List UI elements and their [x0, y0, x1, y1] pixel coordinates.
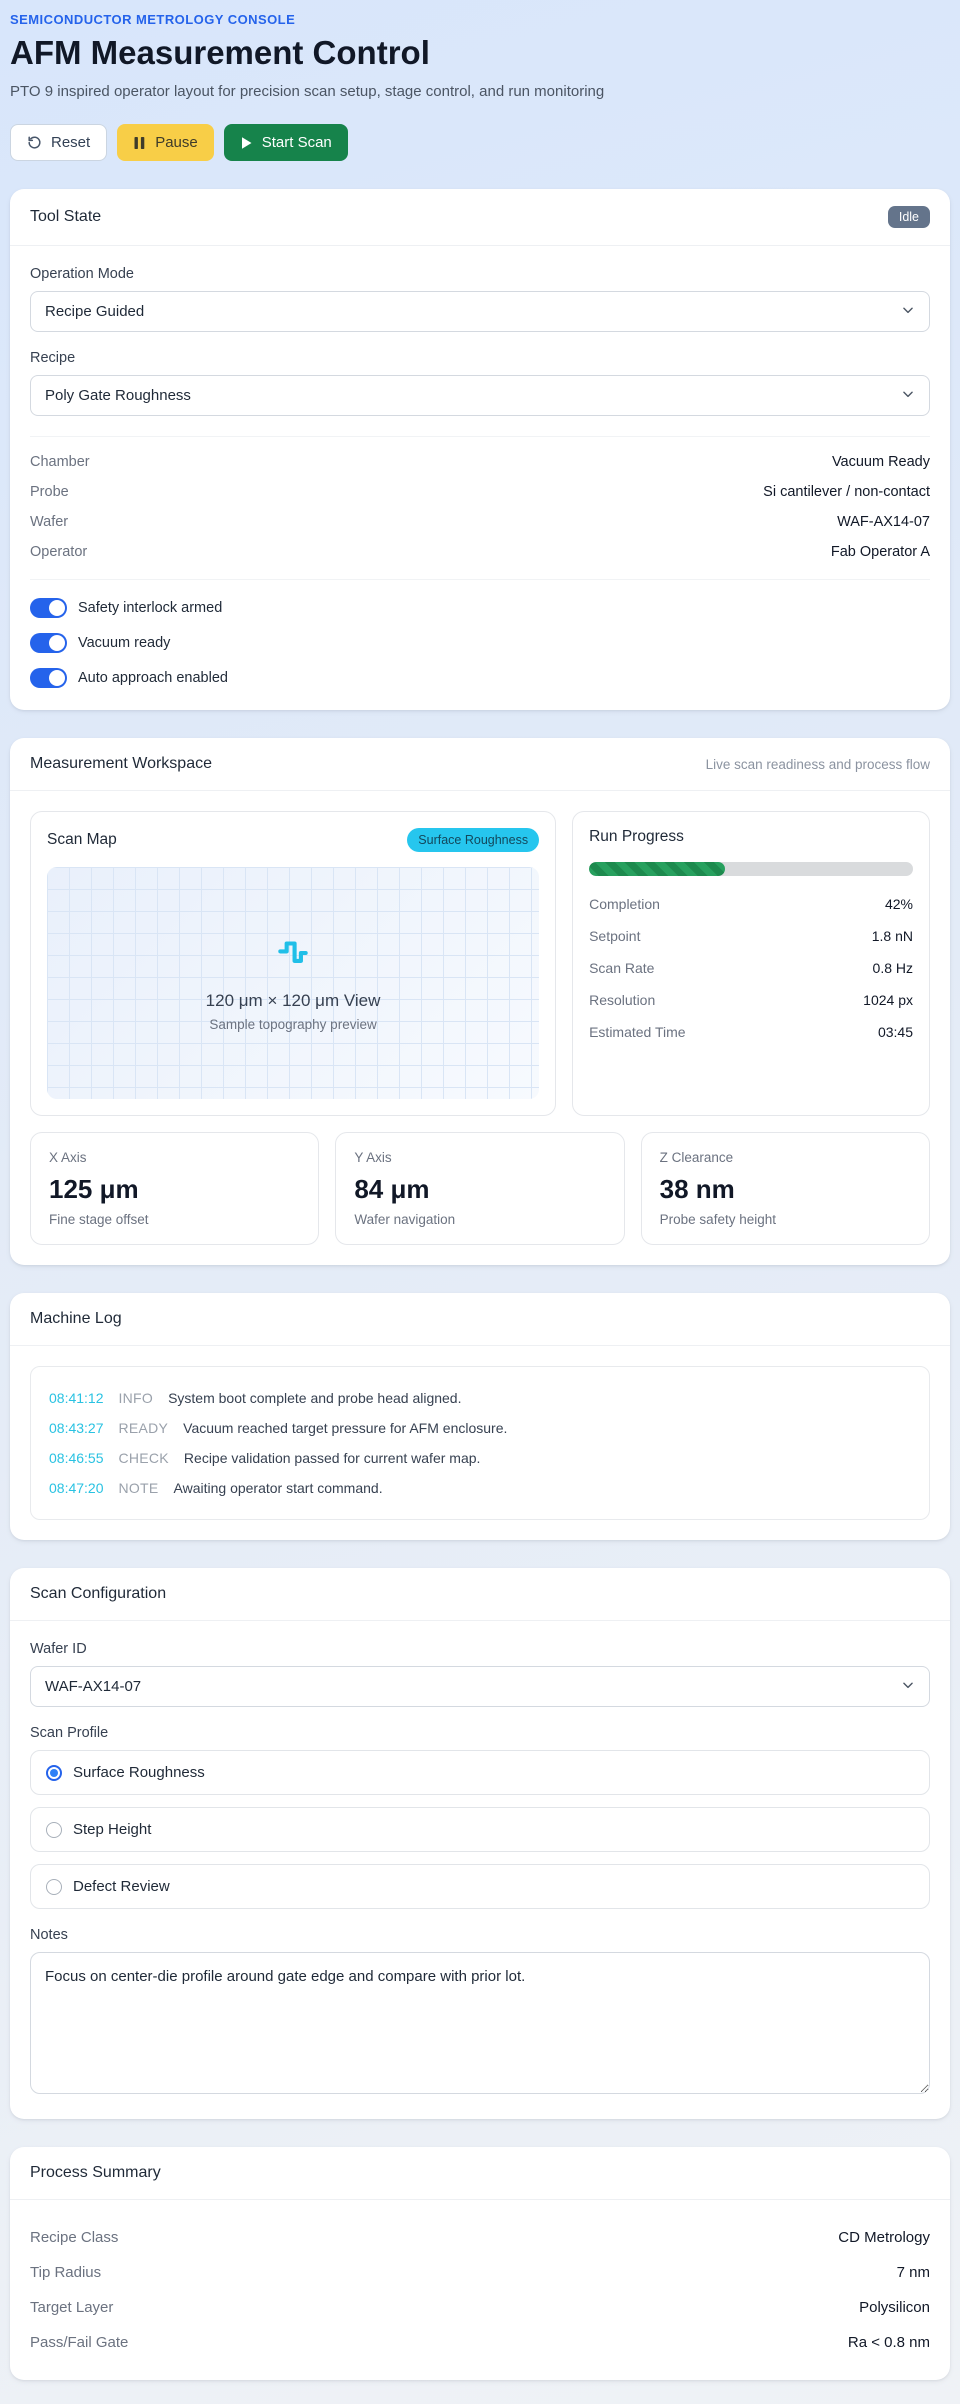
info-row-operator: Operator Fab Operator A — [30, 544, 930, 560]
metric-scan-rate: Scan Rate 0.8 Hz — [589, 960, 913, 976]
toggle-safety-interlock[interactable]: Safety interlock armed — [30, 598, 930, 618]
recipe-select[interactable]: Poly Gate Roughness — [30, 375, 930, 416]
scan-configuration-title: Scan Configuration — [30, 1585, 167, 1603]
metric-completion: Completion 42% — [589, 896, 913, 912]
scan-map-preview[interactable]: 120 μm × 120 μm View Sample topography p… — [47, 867, 540, 1099]
scan-map-badge: Surface Roughness — [407, 828, 540, 852]
scan-map-title: Scan Map — [47, 831, 117, 848]
notes-label: Notes — [30, 1927, 68, 1944]
progress-fill — [589, 862, 726, 876]
summary-row-pass-fail-gate: Pass/Fail Gate Ra < 0.8 nm — [30, 2334, 930, 2352]
machine-log-header: Machine Log — [10, 1293, 950, 1346]
scan-view-sub: Sample topography preview — [209, 1017, 377, 1032]
metric-setpoint: Setpoint 1.8 nN — [589, 928, 913, 944]
reset-button[interactable]: Reset — [10, 124, 108, 161]
operation-mode-select[interactable]: Recipe Guided — [30, 291, 930, 332]
metric-estimated-time: Estimated Time 03:45 — [589, 1024, 913, 1040]
log-panel: 08:41:12 INFO System boot complete and p… — [30, 1366, 930, 1521]
info-row-probe: Probe Si cantilever / non-contact — [30, 484, 930, 500]
process-summary-header: Process Summary — [10, 2147, 950, 2201]
action-toolbar: Reset Pause Start Scan — [10, 124, 950, 161]
pause-button[interactable]: Pause — [117, 124, 214, 161]
toggle-switch-on[interactable] — [30, 633, 67, 653]
status-badge: Idle — [887, 206, 930, 228]
machine-log-card: Machine Log 08:41:12 INFO System boot co… — [10, 1293, 950, 1541]
recipe-label: Recipe — [30, 350, 76, 366]
y-axis-card: Y Axis 84 μm Wafer navigation — [335, 1132, 625, 1245]
workspace-subtitle: Live scan readiness and process flow — [705, 756, 930, 772]
summary-row-target-layer: Target Layer Polysilicon — [30, 2299, 930, 2317]
play-icon — [240, 136, 253, 150]
scan-configuration-header: Scan Configuration — [10, 1568, 950, 1622]
toggle-switch-on[interactable] — [30, 598, 67, 618]
toggle-list: Safety interlock armed Vacuum ready Auto… — [30, 579, 930, 688]
process-summary-card: Process Summary Recipe Class CD Metrolog… — [10, 2147, 950, 2381]
workspace-header: Measurement Workspace Live scan readines… — [10, 738, 950, 791]
run-progress-card: Run Progress Completion 42% Setpoint 1.8… — [572, 811, 930, 1116]
log-entry: 08:46:55 CHECK Recipe validation passed … — [49, 1450, 481, 1467]
workspace-title: Measurement Workspace — [30, 755, 212, 772]
notes-textarea[interactable]: Focus on center-die profile around gate … — [30, 1952, 930, 2095]
tool-state-card: Tool State Idle Operation Mode Recipe Gu… — [10, 189, 950, 710]
progress-bar — [589, 862, 913, 876]
progress-metrics: Completion 42% Setpoint 1.8 nN Scan Rate… — [589, 888, 913, 1048]
toggle-switch-on[interactable] — [30, 668, 67, 688]
chevron-down-icon — [901, 303, 915, 321]
scan-view-label: 120 μm × 120 μm View — [205, 991, 381, 1010]
scan-map-card: Scan Map Surface Roughness 120 μm × 120 … — [30, 811, 557, 1116]
chevron-down-icon — [901, 1678, 915, 1696]
info-row-chamber: Chamber Vacuum Ready — [30, 454, 930, 470]
reset-icon — [27, 135, 42, 150]
tool-state-title: Tool State — [30, 208, 102, 225]
info-row-wafer: Wafer WAF-AX14-07 — [30, 514, 930, 530]
machine-log-title: Machine Log — [30, 1310, 122, 1327]
scan-configuration-card: Scan Configuration Wafer ID WAF-AX14-07 … — [10, 1568, 950, 2120]
run-progress-title: Run Progress — [589, 828, 684, 845]
log-entry: 08:43:27 READY Vacuum reached target pre… — [49, 1420, 508, 1437]
chevron-down-icon — [901, 387, 915, 405]
console-eyebrow: SEMICONDUCTOR METROLOGY CONSOLE — [10, 12, 296, 27]
scan-profile-label: Scan Profile — [30, 1725, 109, 1742]
tool-state-header: Tool State Idle — [10, 189, 950, 246]
radio-defect-review[interactable]: Defect Review — [30, 1864, 930, 1910]
toggle-auto-approach[interactable]: Auto approach enabled — [30, 668, 930, 688]
toggle-vacuum-ready[interactable]: Vacuum ready — [30, 633, 930, 653]
log-entry: 08:47:20 NOTE Awaiting operator start co… — [49, 1480, 383, 1497]
page-subtitle: PTO 9 inspired operator layout for preci… — [10, 83, 605, 100]
page: SEMICONDUCTOR METROLOGY CONSOLE AFM Meas… — [0, 0, 960, 2404]
start-scan-button[interactable]: Start Scan — [223, 124, 348, 161]
page-title: AFM Measurement Control — [10, 34, 430, 71]
radio-selected-icon[interactable] — [46, 1764, 62, 1781]
operation-mode-label: Operation Mode — [30, 266, 134, 282]
radio-unselected-icon[interactable] — [46, 1821, 62, 1838]
summary-row-tip-radius: Tip Radius 7 nm — [30, 2264, 930, 2282]
axis-cards: X Axis 125 μm Fine stage offset Y Axis 8… — [30, 1132, 930, 1245]
z-clearance-card: Z Clearance 38 nm Probe safety height — [640, 1132, 930, 1245]
metric-resolution: Resolution 1024 px — [589, 992, 913, 1008]
radio-unselected-icon[interactable] — [46, 1878, 62, 1895]
summary-row-recipe-class: Recipe Class CD Metrology — [30, 2229, 930, 2247]
tool-info-list: Chamber Vacuum Ready Probe Si cantilever… — [30, 436, 930, 567]
process-summary-title: Process Summary — [30, 2164, 161, 2182]
x-axis-card: X Axis 125 μm Fine stage offset — [30, 1132, 320, 1245]
waveform-icon — [274, 934, 312, 977]
measurement-workspace-card: Measurement Workspace Live scan readines… — [10, 738, 950, 1265]
wafer-id-select[interactable]: WAF-AX14-07 — [30, 1666, 930, 1708]
log-entry: 08:41:12 INFO System boot complete and p… — [49, 1390, 462, 1406]
radio-surface-roughness[interactable]: Surface Roughness — [30, 1750, 930, 1796]
radio-step-height[interactable]: Step Height — [30, 1807, 930, 1853]
wafer-id-label: Wafer ID — [30, 1641, 87, 1658]
pause-icon — [133, 136, 146, 150]
